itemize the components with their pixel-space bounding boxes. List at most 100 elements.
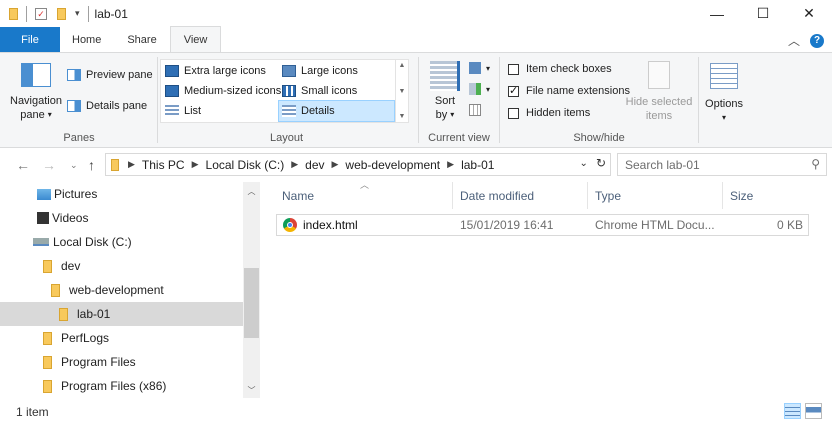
- details-view-toggle[interactable]: [784, 403, 801, 419]
- hide-selected-icon: [648, 61, 670, 89]
- nav-item-label: Program Files (x86): [61, 379, 167, 393]
- forward-button[interactable]: →: [42, 157, 56, 173]
- details-option[interactable]: Details: [278, 100, 395, 122]
- close-button[interactable]: ✕: [786, 0, 832, 27]
- options-button[interactable]: Options ▾: [702, 63, 746, 125]
- breadcrumb-dev[interactable]: dev: [305, 158, 324, 172]
- hide-selected-items-button[interactable]: Hide selected items: [624, 61, 694, 123]
- more-icon[interactable]: ▼: [399, 113, 406, 120]
- navigation-scrollbar[interactable]: ︿ ﹀: [243, 182, 260, 398]
- large-icons-icon: [282, 65, 296, 77]
- chevron-right-icon[interactable]: ▶: [447, 159, 454, 170]
- tab-view[interactable]: View: [169, 26, 222, 52]
- small-icons-option[interactable]: Small icons: [279, 81, 357, 101]
- column-header-type[interactable]: Type: [588, 182, 723, 209]
- list-option[interactable]: List: [162, 101, 201, 121]
- sort-by-button[interactable]: Sort by ▾: [427, 61, 463, 122]
- nav-item-local-disk[interactable]: Local Disk (C:): [0, 230, 243, 254]
- tab-home[interactable]: Home: [60, 27, 114, 52]
- back-button[interactable]: ←: [16, 157, 30, 173]
- pictures-icon: [37, 188, 51, 200]
- large-icons-view-toggle[interactable]: [805, 403, 822, 419]
- medium-icons-icon: [165, 85, 179, 97]
- item-check-boxes-option[interactable]: Item check boxes: [508, 63, 612, 75]
- quick-access-toolbar: ✓ ▾: [0, 5, 93, 22]
- chevron-up-icon[interactable]: ▲: [399, 62, 406, 69]
- videos-icon: [37, 212, 49, 224]
- scrollbar-thumb[interactable]: [244, 268, 259, 338]
- group-by-icon: [469, 62, 481, 74]
- chevron-right-icon[interactable]: ▶: [192, 159, 199, 170]
- address-bar[interactable]: ▶ This PC ▶ Local Disk (C:) ▶ dev ▶ web-…: [105, 153, 611, 176]
- layout-gallery-scroll[interactable]: ▲ ▼ ▼: [395, 60, 408, 122]
- file-name-extensions-option[interactable]: File name extensions: [508, 84, 630, 97]
- nav-item-perflogs[interactable]: PerfLogs: [0, 326, 243, 350]
- group-by-button[interactable]: ▾: [469, 62, 490, 74]
- collapse-ribbon-icon[interactable]: ︿: [788, 32, 800, 49]
- nav-item-lab-01[interactable]: lab-01: [0, 302, 243, 326]
- sort-by-label: Sort: [434, 95, 456, 107]
- file-row[interactable]: index.html 15/01/2019 16:41 Chrome HTML …: [276, 214, 809, 236]
- nav-item-program-files[interactable]: Program Files: [0, 350, 243, 374]
- chevron-down-icon[interactable]: ﹀: [243, 385, 260, 396]
- folder-icon: [43, 259, 52, 273]
- file-name-extensions-checkbox[interactable]: [508, 84, 519, 97]
- recent-locations-button[interactable]: ⌄: [70, 160, 78, 171]
- chevron-right-icon[interactable]: ▶: [291, 159, 298, 170]
- nav-item-videos[interactable]: Videos: [0, 206, 243, 230]
- extra-large-icons-option[interactable]: Extra large icons: [162, 61, 266, 81]
- size-columns-button[interactable]: [469, 104, 486, 116]
- nav-item-pictures[interactable]: Pictures: [0, 182, 243, 206]
- properties-icon[interactable]: ✓: [35, 7, 47, 20]
- hidden-items-option[interactable]: Hidden items: [508, 107, 590, 119]
- chevron-right-icon[interactable]: ▶: [128, 159, 135, 170]
- column-header-name[interactable]: Name: [275, 182, 453, 209]
- address-history-icon[interactable]: ⌄: [580, 158, 588, 170]
- chrome-icon-center: [287, 222, 293, 228]
- new-folder-icon[interactable]: [57, 7, 66, 20]
- nav-item-program-files-x86[interactable]: Program Files (x86): [0, 374, 243, 398]
- column-header-date-modified[interactable]: Date modified: [453, 182, 588, 209]
- large-icons-option[interactable]: Large icons: [279, 61, 358, 81]
- item-count: 1 item: [16, 404, 49, 419]
- breadcrumb-lab-01[interactable]: lab-01: [461, 158, 494, 172]
- tab-file[interactable]: File: [0, 27, 60, 52]
- status-bar: 1 item: [0, 398, 832, 425]
- hidden-items-checkbox[interactable]: [508, 107, 519, 119]
- customize-toolbar-icon[interactable]: ▾: [75, 8, 80, 19]
- large-icons-label: Large icons: [301, 65, 358, 77]
- show-hide-label: Show/hide: [573, 132, 625, 144]
- extra-large-icons-label: Extra large icons: [184, 65, 266, 77]
- file-list: ︿ Name Date modified Type Size index.htm…: [260, 180, 832, 398]
- add-columns-button[interactable]: ▾: [469, 83, 490, 95]
- item-check-boxes-checkbox[interactable]: [508, 63, 519, 75]
- folder-icon: [43, 355, 52, 369]
- file-type: Chrome HTML Docu...: [595, 218, 715, 232]
- breadcrumb-local-disk[interactable]: Local Disk (C:): [206, 158, 285, 172]
- breadcrumb-this-pc[interactable]: This PC: [142, 158, 185, 172]
- divider: [698, 57, 699, 143]
- show-hide-group: Item check boxes File name extensions Hi…: [500, 53, 698, 147]
- maximize-button[interactable]: ☐: [740, 0, 786, 27]
- file-name: index.html: [303, 218, 358, 232]
- chevron-right-icon[interactable]: ▶: [332, 159, 339, 170]
- minimize-button[interactable]: —: [694, 0, 740, 27]
- nav-item-dev[interactable]: dev: [0, 254, 243, 278]
- chevron-up-icon[interactable]: ︿: [243, 186, 260, 197]
- options-icon: [710, 63, 738, 89]
- chevron-down-icon[interactable]: ▼: [399, 88, 406, 95]
- tab-share[interactable]: Share: [114, 27, 169, 52]
- search-input[interactable]: Search lab-01 ⚲: [617, 153, 827, 176]
- sort-icon: [430, 61, 460, 91]
- refresh-icon[interactable]: ↻: [596, 156, 606, 170]
- nav-item-label: Program Files: [61, 355, 136, 369]
- help-icon[interactable]: ?: [810, 33, 824, 48]
- breadcrumb-web-development[interactable]: web-development: [345, 158, 440, 172]
- nav-item-web-development[interactable]: web-development: [0, 278, 243, 302]
- window-title: lab-01: [94, 6, 128, 21]
- column-header-size[interactable]: Size: [723, 182, 809, 209]
- nav-item-label: PerfLogs: [61, 331, 110, 345]
- up-button[interactable]: ↑: [88, 157, 95, 173]
- details-icon: [282, 105, 296, 117]
- medium-icons-option[interactable]: Medium-sized icons: [162, 81, 281, 101]
